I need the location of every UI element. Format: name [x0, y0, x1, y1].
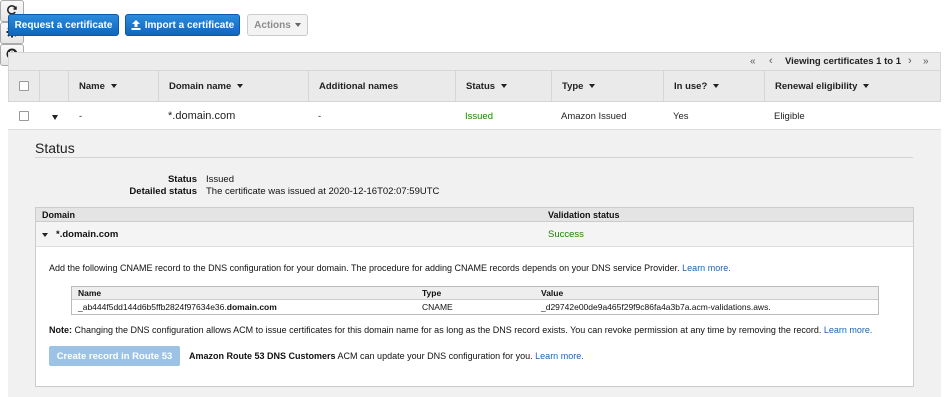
- table-row[interactable]: - *.domain.com - Issued Amazon Issued Ye…: [8, 102, 941, 130]
- details-title: Status: [35, 140, 75, 156]
- cname-header-type: Type: [422, 288, 442, 298]
- cname-header-value: Value: [541, 288, 564, 298]
- column-header-status[interactable]: Status: [456, 71, 552, 101]
- sort-caret-icon: [110, 84, 117, 88]
- cell-in-use: Yes: [673, 110, 689, 122]
- first-page-button[interactable]: «: [750, 56, 756, 67]
- cell-type: Amazon Issued: [561, 110, 627, 122]
- sort-caret-icon: [713, 84, 720, 88]
- details-divider: [35, 157, 913, 158]
- prev-page-button[interactable]: ‹: [769, 55, 773, 67]
- certificate-details-panel: Status Status Issued Detailed status The…: [8, 130, 941, 397]
- column-header-renewal[interactable]: Renewal eligibility: [765, 71, 940, 101]
- validation-col-domain: Domain: [42, 210, 76, 220]
- caret-down-icon: [52, 114, 58, 120]
- next-page-button[interactable]: ›: [908, 55, 912, 67]
- domain-validation-box: Domain Validation status *.domain.com Su…: [35, 207, 914, 387]
- actions-dropdown[interactable]: Actions: [247, 14, 308, 36]
- note-learn-more-link[interactable]: Learn more.: [824, 325, 873, 335]
- pager-text: Viewing certificates 1 to 1: [785, 56, 901, 67]
- select-all-checkbox[interactable]: [19, 81, 29, 91]
- actions-label: Actions: [254, 19, 291, 31]
- route53-hint-bold: Amazon Route 53 DNS Customers: [189, 351, 336, 361]
- column-header-name[interactable]: Name: [69, 71, 159, 101]
- request-certificate-label: Request a certificate: [14, 19, 113, 31]
- cell-renewal: Eligible: [774, 110, 805, 122]
- cname-record-header: Name Type Value: [72, 287, 878, 300]
- import-certificate-button[interactable]: Import a certificate: [125, 14, 240, 36]
- table-pager: « ‹ Viewing certificates 1 to 1 › »: [8, 52, 941, 70]
- select-all-cell: [9, 71, 40, 101]
- cell-domain: *.domain.com: [168, 110, 236, 122]
- cell-status: Issued: [465, 110, 493, 122]
- validation-table-header: Domain Validation status: [36, 208, 913, 222]
- cname-instruction: Add the following CNAME record to the DN…: [49, 263, 731, 273]
- learn-more-link[interactable]: Learn more.: [682, 263, 731, 273]
- upload-icon: [131, 20, 141, 30]
- create-route53-record-button[interactable]: Create record in Route 53: [49, 346, 180, 366]
- column-header-domain[interactable]: Domain name: [159, 71, 309, 101]
- caret-down-icon[interactable]: [42, 233, 48, 237]
- validation-domain: *.domain.com: [56, 229, 119, 240]
- route53-hint-text: ACM can update your DNS configuration fo…: [337, 351, 533, 361]
- cname-instruction-text: Add the following CNAME record to the DN…: [49, 263, 680, 273]
- status-label: Status: [167, 174, 197, 185]
- cname-record-type: CNAME: [422, 302, 453, 312]
- note-label: Note:: [49, 325, 72, 335]
- cname-header-name: Name: [78, 288, 102, 298]
- request-certificate-button[interactable]: Request a certificate: [8, 14, 119, 36]
- note-text: Changing the DNS configuration allows AC…: [74, 325, 822, 335]
- sort-caret-icon: [237, 84, 244, 88]
- route53-learn-more-link[interactable]: Learn more.: [535, 351, 584, 361]
- table-header: Name Domain name Additional names Status…: [8, 70, 941, 102]
- row-checkbox-cell: [19, 102, 29, 130]
- validation-col-status: Validation status: [548, 210, 620, 220]
- sort-caret-icon: [589, 84, 596, 88]
- sort-caret-icon: [501, 84, 508, 88]
- caret-down-icon: [294, 23, 301, 27]
- expand-column-header: [40, 71, 69, 101]
- column-header-additional-names[interactable]: Additional names: [309, 71, 456, 101]
- validation-status: Success: [548, 229, 584, 240]
- sort-caret-icon: [863, 84, 870, 88]
- cell-name: -: [79, 110, 83, 122]
- cell-additional-names: -: [318, 110, 322, 122]
- detailed-status-label: Detailed status: [129, 186, 197, 197]
- expand-toggle[interactable]: [52, 102, 58, 130]
- validation-domain-row[interactable]: *.domain.com Success: [36, 222, 913, 247]
- status-value: Issued: [206, 174, 234, 185]
- row-checkbox[interactable]: [19, 111, 29, 121]
- dns-note: Note: Changing the DNS configuration all…: [49, 325, 872, 335]
- last-page-button[interactable]: »: [923, 56, 929, 67]
- route53-hint: Amazon Route 53 DNS Customers ACM can up…: [189, 351, 584, 361]
- detailed-status-value: The certificate was issued at 2020-12-16…: [206, 186, 440, 197]
- cname-record-table: Name Type Value _ab444f5dd144d6b5ffb2824…: [71, 286, 879, 315]
- column-header-type[interactable]: Type: [552, 71, 664, 101]
- column-header-in-use[interactable]: In use?: [664, 71, 765, 101]
- import-certificate-label: Import a certificate: [144, 19, 235, 31]
- cname-record-name[interactable]: _ab444f5dd144d6b5ffb2824f97634e36.domain…: [78, 302, 277, 312]
- cname-record-value[interactable]: _d29742e00de9a465f29f9c86fa4a3b7a.acm-va…: [541, 302, 771, 312]
